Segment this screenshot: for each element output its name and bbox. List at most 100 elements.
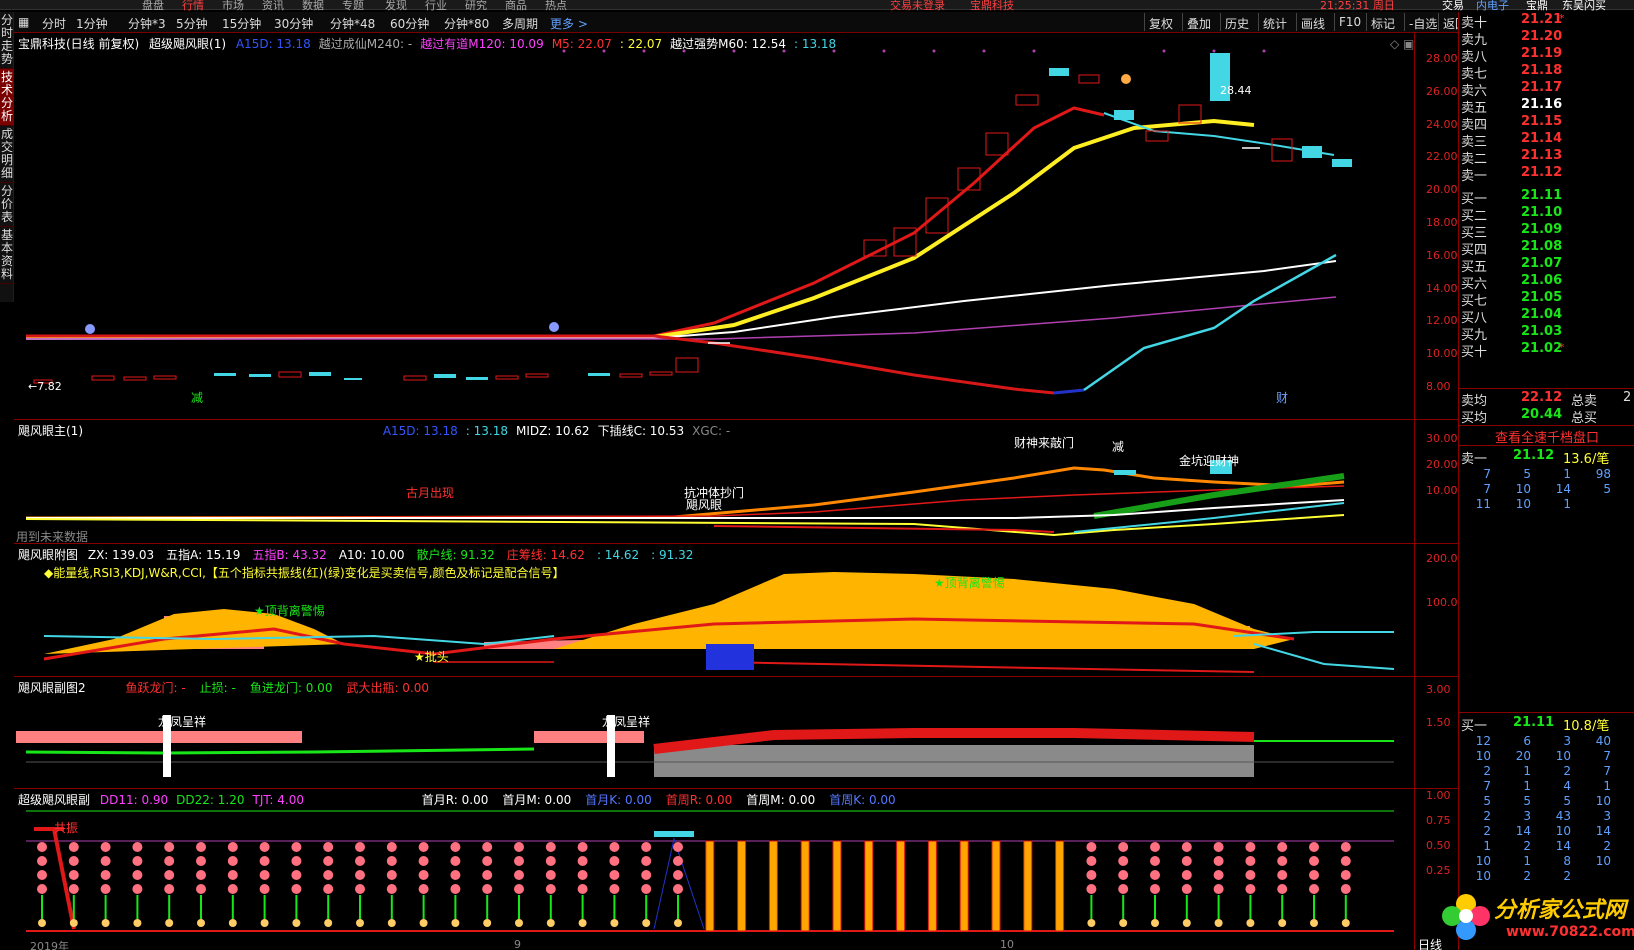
toolbar-overlay-button[interactable]: 叠加 [1182,13,1215,31]
order-level-row[interactable]: 卖六 21.17 [1459,80,1634,99]
toolbar-restore-button[interactable]: 复权 [1144,13,1177,31]
period-button[interactable]: 30分钟 [274,15,313,32]
queue-cell: 2 [1523,839,1531,853]
queue-cell: 12 [1475,734,1491,748]
tab-timeshare[interactable]: 分时走势 [0,12,14,69]
toolbar-watchlist-button[interactable]: -自选 [1404,13,1441,31]
queue-cell: 2 [1483,824,1491,838]
super-hurricane-panel[interactable]: 超级飓风眼副 DD11: 0.90 DD22: 1.20 TJT: 4.00 首月R… [14,789,1458,950]
signal-label: 财 [1276,391,1289,405]
tab-technical[interactable]: 技术分析 [0,69,14,126]
order-level-row[interactable]: 卖八 21.19 [1459,46,1634,65]
toolbar-f10-button[interactable]: F10 [1334,13,1365,31]
flower-signal-icon [673,842,683,927]
order-level-row[interactable]: 买四 21.08 [1459,239,1634,258]
period-button[interactable]: 15分钟 [222,15,261,32]
period-toolbar: ▦ 分时 1分钟 分钟*3 5分钟 15分钟 30分钟 分钟*48 60分钟 分… [14,12,1473,33]
indicator-param: : 13.18 [465,424,508,438]
ma-cyan-line [1103,112,1335,156]
order-level-row[interactable]: 买二 21.10 [1459,205,1634,224]
flower-signal-icon [164,842,175,927]
indicator-param: : 13.18 [793,37,837,51]
panel5-title[interactable]: 超级飓风眼副 [18,793,90,807]
flower-signal-icon [1181,842,1192,927]
panel2-title[interactable]: 飓风眼主(1) [18,424,83,438]
super-hurricane-chart [26,810,1394,932]
indicator-param: TJT: 4.00 [252,793,304,807]
order-level-row[interactable]: 买八 21.04 [1459,307,1634,326]
period-button[interactable]: 60分钟 [390,15,429,32]
toolbar-draw-button[interactable]: 画线 [1296,13,1329,31]
flower-signal-icon [100,842,111,927]
queue-cell: 7 [1483,482,1491,496]
left-tab-strip: 分时走势 技术分析 成交明细 分价表 基本资料 [0,12,14,302]
x-axis-label: 2019年 [30,940,69,950]
order-level-row[interactable]: 卖三 21.14 [1459,131,1634,150]
panel-expand-icon[interactable]: ◇ ▣ [1390,37,1414,51]
signal-label: 龙凤呈祥 [602,715,651,729]
hurricane-aux-panel[interactable]: 飓风眼附图 ZX: 139.03 五指A: 15.19 五指B: 43.32 A10:… [14,544,1458,677]
order-level-row[interactable]: 卖一 21.12 [1459,165,1634,184]
panel4-title[interactable]: 飓风眼副图2 [18,681,86,695]
queue-cell: 14 [1515,824,1531,838]
full-depth-link[interactable]: 查看全速千档盘口 [1459,427,1634,446]
order-level-row[interactable]: 卖十 21.21 * [1459,12,1634,31]
order-level-row[interactable]: 买十 21.02 * [1459,341,1634,360]
period-button[interactable]: 分钟*80 [444,15,489,32]
order-level-row[interactable]: 买三 21.09 [1459,222,1634,241]
queue-cell: 14 [1555,482,1571,496]
hurricane-sub2-panel[interactable]: 飓风眼副图2 鱼跃龙门: - 止损: - 鱼进龙门: 0.00 武大出瓶: 0.00 … [14,677,1458,789]
queue-cell: 10 [1555,824,1571,838]
queue-cell: 5 [1603,482,1611,496]
order-level-row[interactable]: 卖二 21.13 [1459,148,1634,167]
ma-white-line [25,260,1337,340]
period-button[interactable]: 分钟*48 [330,15,375,32]
site-logo: 分析家公式网 www.70822.com [1436,884,1634,950]
hurricane-main-panel[interactable]: 飓风眼主(1) A15D: 13.18: 13.18 MIDZ: 10.62 下插线… [14,420,1458,544]
indicator-param: 首月K: 0.00 [585,793,652,807]
queue-cell: 2 [1563,869,1571,883]
signal-label: ★批头 [414,650,449,664]
low-candles [33,371,673,384]
cup-icon [549,322,559,332]
indicator-param: ZX: 139.03 [87,548,155,562]
flower-signal-icon [609,842,620,927]
tab-fundamentals[interactable]: 基本资料 [0,227,14,284]
order-level-row[interactable]: 买九 21.03 [1459,324,1634,343]
y-tick-label: 3.00 [1426,683,1451,696]
panel3-title[interactable]: 飓风眼附图 [18,548,78,562]
toolbar-stats-button[interactable]: 统计 [1258,13,1291,31]
order-level-row[interactable]: 买一 21.11 [1459,188,1634,207]
order-level-row[interactable]: 卖七 21.18 [1459,63,1634,82]
order-level-row[interactable]: 卖九 21.20 [1459,29,1634,48]
toolbar-history-button[interactable]: 历史 [1220,13,1253,31]
tab-trades[interactable]: 成交明细 [0,126,14,183]
order-level-row[interactable]: 买五 21.07 [1459,256,1634,275]
queue-cell: 20 [1515,749,1531,763]
order-level-row[interactable]: 买六 21.06 [1459,273,1634,292]
cup-icon [85,324,95,334]
indicator-param: 首周M: 0.00 [746,793,816,807]
flower-signal-icon [514,842,524,927]
period-button[interactable]: 1分钟 [76,15,108,32]
toolbar-icon[interactable]: ▦ [18,15,29,29]
period-button[interactable]: 分时 [42,15,66,32]
tab-price-table[interactable]: 分价表 [0,183,14,227]
period-button[interactable]: 分钟*3 [128,15,166,32]
order-level-row[interactable]: 买七 21.05 [1459,290,1634,309]
x-axis-label: 10 [1000,938,1014,950]
avg-sell-row: 卖均 22.12 总卖 2 [1461,390,1632,409]
period-button[interactable]: 多周期 [502,15,538,32]
indicator-title[interactable]: 超级飓风眼(1) [149,37,226,51]
signal-label: 飓风眼 [686,498,723,512]
gold-bar-signal [896,840,906,932]
period-button[interactable]: 5分钟 [176,15,208,32]
queue-cell: 1 [1563,467,1571,481]
main-kline-panel[interactable]: 宝鼎科技(日线 前复权) 超级飓风眼(1) A15D: 13.18 越过成仙M24… [14,33,1458,420]
more-periods-button[interactable]: 更多 > [550,15,588,32]
order-level-row[interactable]: 卖五 21.16 [1459,97,1634,116]
order-level-row[interactable]: 卖四 21.15 [1459,114,1634,133]
queue-cell: 1 [1483,839,1491,853]
toolbar-mark-button[interactable]: 标记 [1366,13,1399,31]
stock-title[interactable]: 宝鼎科技(日线 前复权) [18,37,139,51]
